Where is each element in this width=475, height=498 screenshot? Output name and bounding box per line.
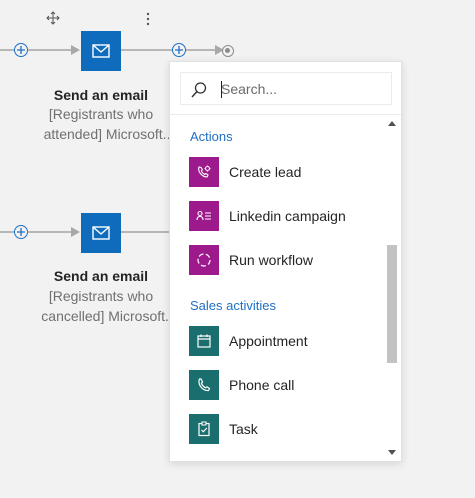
list-item-appointment[interactable]: Appointment <box>189 325 379 357</box>
connector-line <box>186 49 216 51</box>
add-step-button[interactable] <box>172 43 186 57</box>
task-icon <box>189 414 219 444</box>
list-item-phone-call[interactable]: Phone call <box>189 369 379 401</box>
scrollbar-thumb[interactable] <box>387 245 397 363</box>
connector-endpoint[interactable] <box>222 45 234 57</box>
node-subtitle: [Registrants who <box>48 288 154 304</box>
search-box[interactable] <box>180 72 392 105</box>
list-item-run-workflow[interactable]: Run workflow <box>189 244 379 276</box>
connector-line <box>28 231 72 233</box>
scrollbar[interactable] <box>385 115 399 461</box>
mail-icon <box>92 226 110 240</box>
list-item-label: Appointment <box>229 333 308 349</box>
node-subtitle: [Registrants who <box>48 106 154 122</box>
add-step-button[interactable] <box>14 43 28 57</box>
phone-call-icon <box>189 370 219 400</box>
add-step-button[interactable] <box>14 225 28 239</box>
run-workflow-icon <box>189 245 219 275</box>
mail-icon <box>92 44 110 58</box>
add-step-panel: Actions Create lead Linkedin campaign <box>169 61 402 462</box>
section-label-actions: Actions <box>190 129 233 144</box>
create-lead-icon <box>189 157 219 187</box>
list-item-label: Task <box>229 421 258 437</box>
step-list: Actions Create lead Linkedin campaign Ru… <box>170 115 383 461</box>
move-icon[interactable] <box>46 11 60 30</box>
list-item-linkedin-campaign[interactable]: Linkedin campaign <box>189 200 379 232</box>
list-item-label: Create lead <box>229 164 302 180</box>
connector-line <box>0 49 14 51</box>
node-subtitle: cancelled] Microsoft... <box>41 308 177 324</box>
list-item-label: Phone call <box>229 377 295 393</box>
connector-arrow <box>71 227 80 237</box>
email-tile[interactable] <box>81 31 121 71</box>
list-item-task[interactable]: Task <box>189 413 379 445</box>
email-tile[interactable] <box>81 213 121 253</box>
connector-line <box>121 231 169 233</box>
connector-line <box>28 49 72 51</box>
scroll-up-arrow-icon[interactable] <box>388 121 396 126</box>
list-item-create-lead[interactable]: Create lead <box>189 156 379 188</box>
scroll-down-arrow-icon[interactable] <box>388 450 396 455</box>
connector-line <box>121 49 173 51</box>
more-options-icon[interactable] <box>146 12 150 31</box>
text-caret <box>221 81 222 98</box>
search-icon <box>190 81 208 104</box>
list-item-label: Run workflow <box>229 252 314 268</box>
appointment-icon <box>189 326 219 356</box>
section-label-sales-activities: Sales activities <box>190 298 276 313</box>
list-item-label: Linkedin campaign <box>229 208 346 224</box>
search-input[interactable] <box>221 79 381 99</box>
linkedin-campaign-icon <box>189 201 219 231</box>
node-subtitle: attended] Microsoft... <box>43 126 175 142</box>
connector-arrow <box>71 45 80 55</box>
connector-line <box>0 231 14 233</box>
